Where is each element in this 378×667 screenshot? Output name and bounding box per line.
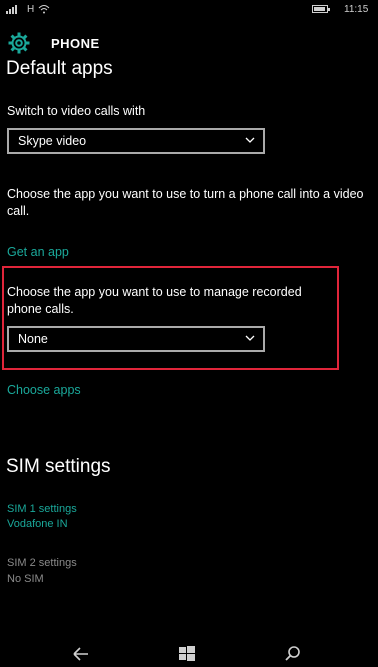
battery-icon — [312, 5, 330, 13]
clock: 11:15 — [344, 4, 369, 15]
video-calls-selected: Skype video — [18, 134, 87, 148]
chevron-down-icon — [245, 137, 255, 143]
recorded-calls-selected: None — [18, 332, 48, 346]
navigation-bar — [0, 638, 378, 667]
signal-icon — [6, 5, 17, 14]
chevron-down-icon — [245, 335, 255, 341]
back-arrow-icon[interactable] — [70, 643, 92, 665]
video-calls-description: Choose the app you want to use to turn a… — [7, 187, 364, 218]
status-bar: H 11:15 — [0, 0, 378, 22]
wifi-icon — [38, 5, 50, 14]
sim1-settings-title: SIM 1 settings — [7, 503, 77, 515]
search-icon[interactable] — [282, 643, 304, 665]
recorded-calls-label: Choose the app you want to use to manage… — [7, 285, 302, 316]
page-title: PHONE — [51, 36, 100, 51]
choose-apps-link[interactable]: Choose apps — [7, 383, 81, 397]
video-calls-label: Switch to video calls with — [7, 104, 146, 118]
recorded-calls-dropdown[interactable]: None — [7, 326, 265, 352]
video-calls-dropdown[interactable]: Skype video — [7, 128, 265, 154]
network-type: H — [27, 4, 35, 15]
default-apps-heading: Default apps — [6, 58, 113, 79]
gear-icon — [8, 32, 30, 54]
sim-settings-heading: SIM settings — [6, 456, 111, 477]
windows-start-icon[interactable] — [176, 643, 198, 665]
sim1-settings-value: Vodafone IN — [7, 518, 68, 530]
sim2-settings-title: SIM 2 settings — [7, 557, 77, 569]
app-header: PHONE — [0, 26, 378, 62]
get-an-app-link[interactable]: Get an app — [7, 245, 69, 259]
highlight-box — [2, 266, 339, 370]
sim2-settings-value: No SIM — [7, 573, 44, 585]
